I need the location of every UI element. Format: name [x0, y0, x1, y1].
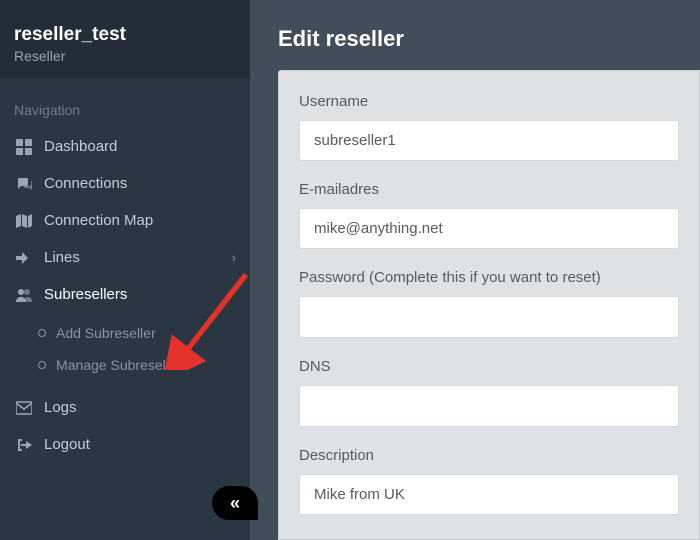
sidebar-item-label: Dashboard	[44, 138, 117, 155]
sidebar-subitem-label: Add Subreseller	[56, 325, 156, 341]
chevron-right-icon: ›	[232, 250, 236, 265]
map-icon	[14, 213, 34, 229]
email-field[interactable]	[299, 208, 679, 249]
logout-icon	[14, 437, 34, 453]
nav-heading: Navigation	[0, 78, 250, 128]
sidebar-item-logout[interactable]: Logout	[0, 426, 250, 463]
panel-wrap: Username E-mailadres Password (Complete …	[250, 70, 700, 540]
sidebar-subitem-add-subreseller[interactable]: Add Subreseller	[0, 317, 250, 349]
sidebar-subitem-label: Manage Subresellers	[56, 357, 188, 373]
username-label: Username	[299, 93, 679, 110]
sidebar-item-label: Connection Map	[44, 212, 153, 229]
sidebar-item-connection-map[interactable]: Connection Map	[0, 202, 250, 239]
username-field[interactable]	[299, 120, 679, 161]
password-label: Password (Complete this if you want to r…	[299, 269, 679, 286]
chat-icon	[14, 176, 34, 192]
description-label: Description	[299, 447, 679, 464]
password-field[interactable]	[299, 296, 679, 338]
sidebar-item-lines[interactable]: Lines ›	[0, 239, 250, 276]
arrow-right-icon	[14, 250, 34, 266]
sidebar-item-connections[interactable]: Connections	[0, 165, 250, 202]
account-name: reseller_test	[14, 24, 236, 46]
grid-icon	[14, 139, 34, 155]
sidebar-item-label: Connections	[44, 175, 127, 192]
page-title: Edit reseller	[250, 0, 700, 70]
subnav-subresellers: Add Subreseller Manage Subresellers	[0, 313, 250, 389]
sidebar-item-label: Logout	[44, 436, 90, 453]
mail-icon	[14, 400, 34, 416]
collapse-sidebar-button[interactable]	[212, 486, 258, 520]
description-field[interactable]	[299, 474, 679, 515]
sidebar-item-subresellers[interactable]: Subresellers	[0, 276, 250, 313]
main: Edit reseller Username E-mailadres Passw…	[250, 0, 700, 540]
form-panel: Username E-mailadres Password (Complete …	[278, 70, 700, 540]
bullet-icon	[38, 329, 46, 337]
sidebar-item-label: Subresellers	[44, 286, 127, 303]
dns-field[interactable]	[299, 385, 679, 427]
nav-list: Dashboard Connections Connection Map Lin…	[0, 128, 250, 463]
users-icon	[14, 287, 34, 303]
sidebar-header: reseller_test Reseller	[0, 0, 250, 78]
sidebar-item-dashboard[interactable]: Dashboard	[0, 128, 250, 165]
sidebar-item-label: Logs	[44, 399, 77, 416]
sidebar-item-logs[interactable]: Logs	[0, 389, 250, 426]
sidebar-subitem-manage-subresellers[interactable]: Manage Subresellers	[0, 349, 250, 381]
sidebar: reseller_test Reseller Navigation Dashbo…	[0, 0, 250, 540]
account-role: Reseller	[14, 48, 236, 64]
sidebar-item-label: Lines	[44, 249, 80, 266]
bullet-icon	[38, 361, 46, 369]
dns-label: DNS	[299, 358, 679, 375]
email-label: E-mailadres	[299, 181, 679, 198]
